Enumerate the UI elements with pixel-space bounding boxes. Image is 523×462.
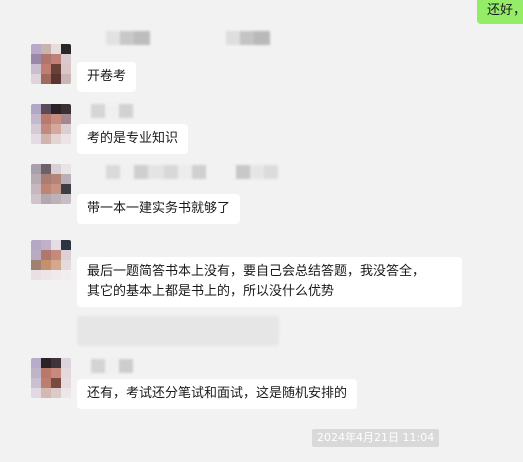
message-bubble[interactable]: 最后一题简答书本上没有，要自己会总结答题，我没答全， 其它的基本上都是书上的，所… (77, 257, 462, 307)
message-text: 还好， (487, 3, 523, 18)
sender-name (106, 165, 278, 179)
message-bubble[interactable]: 开卷考 (77, 62, 137, 92)
message-bubble[interactable]: 还有，考试还分笔试和面试，这是随机安排的 (77, 379, 358, 409)
sent-message-bubble[interactable]: 还好， (477, 0, 523, 24)
avatar[interactable] (31, 104, 71, 144)
avatar[interactable] (31, 44, 71, 84)
avatar[interactable] (31, 240, 71, 280)
message-text: 考的是专业知识 (87, 131, 179, 146)
avatar[interactable] (31, 164, 71, 204)
message-bubble[interactable]: 带一本一建实务书就够了 (77, 194, 241, 224)
message-text: 开卷考 (87, 69, 127, 84)
message-text: 带一本一建实务书就够了 (87, 201, 231, 216)
sender-name (226, 31, 270, 45)
sender-name (91, 104, 133, 118)
message-text: 还有，考试还分笔试和面试，这是随机安排的 (87, 386, 348, 401)
avatar[interactable] (31, 358, 71, 398)
timestamp-label: 2024年4月21日 11:04 (312, 429, 440, 447)
sender-name (106, 31, 150, 45)
sender-name (91, 359, 133, 373)
chat-window: 还好， 开卷考 考的是专业知识 带一本一建实务书就够了 最后一题简答书本上没有，… (0, 0, 523, 462)
message-text-line: 其它的基本上都是书上的，所以没什么优势 (87, 284, 335, 299)
redacted-message-bubble[interactable] (77, 316, 279, 346)
message-text-line: 最后一题简答书本上没有，要自己会总结答题，我没答全， (87, 264, 426, 279)
message-bubble[interactable]: 考的是专业知识 (77, 124, 189, 154)
